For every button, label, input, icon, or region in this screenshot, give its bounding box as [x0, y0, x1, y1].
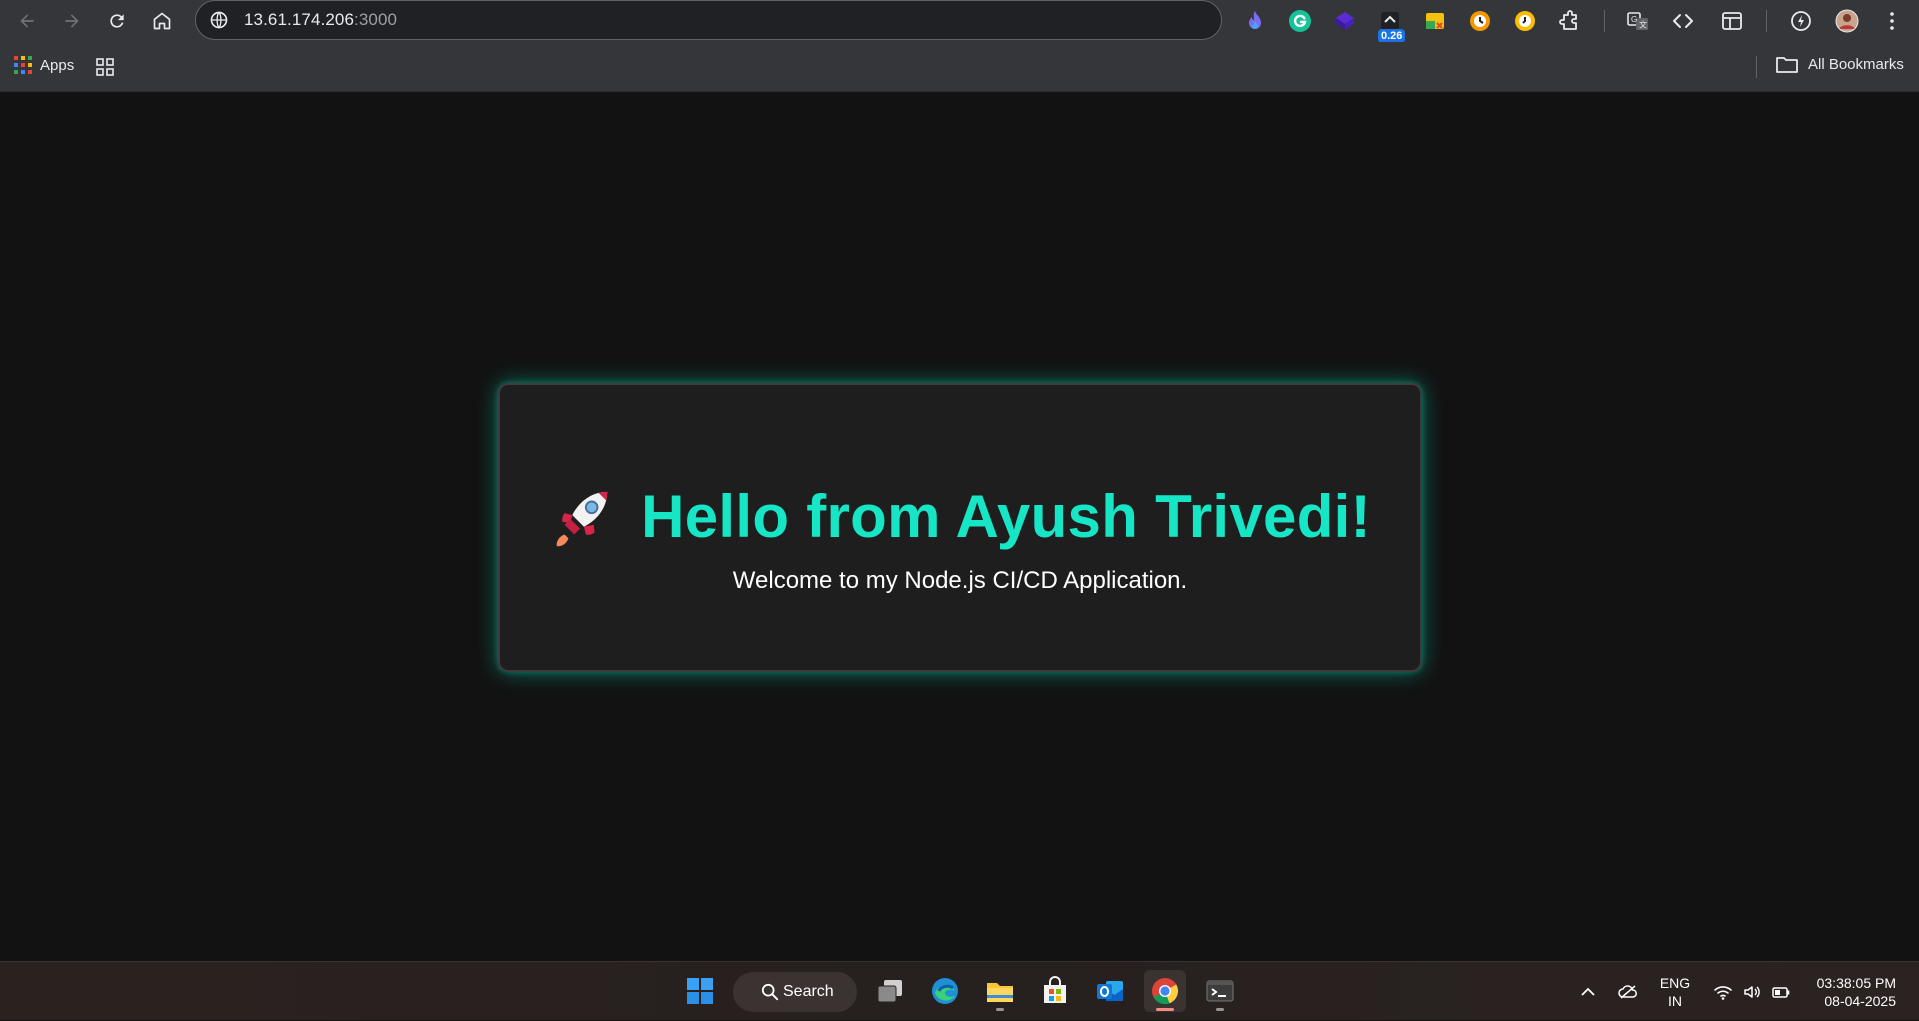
browser-toolbar: 13.61.174.206:3000 0.26 G文	[0, 0, 1919, 43]
profile-avatar[interactable]	[1833, 7, 1861, 35]
speaker-icon	[1744, 985, 1760, 998]
flame-extension-icon[interactable]	[1241, 7, 1269, 35]
site-info-icon[interactable]	[208, 9, 230, 31]
outlook-button[interactable]	[1089, 970, 1131, 1012]
orange-clock-extension-icon[interactable]	[1466, 7, 1494, 35]
counter-extension-icon[interactable]: 0.26	[1376, 7, 1406, 43]
extension-badge: 0.26	[1378, 29, 1406, 43]
wifi-icon	[1714, 985, 1732, 1000]
home-icon	[153, 12, 171, 30]
outlook-icon	[1097, 981, 1123, 1001]
reload-button[interactable]	[101, 5, 133, 37]
show-hidden-icons-button[interactable]	[1576, 962, 1600, 1021]
battery-button[interactable]	[1769, 962, 1793, 1021]
store-icon	[1044, 976, 1066, 1003]
apps-bookmark[interactable]: Apps	[14, 56, 74, 74]
reload-icon	[110, 14, 124, 28]
clock-date: 08-04-2025	[1824, 993, 1896, 1009]
purple-cube-extension-icon[interactable]	[1331, 7, 1359, 35]
clock-time: 03:38:05 PM	[1816, 975, 1896, 991]
search-icon	[761, 983, 779, 1001]
all-bookmarks-button[interactable]: All Bookmarks	[1776, 55, 1904, 73]
clock[interactable]: 03:38:05 PM 08-04-2025	[1808, 974, 1896, 1010]
running-indicator	[996, 1008, 1004, 1011]
arrow-right-icon	[65, 14, 79, 28]
file-explorer-button[interactable]	[979, 970, 1021, 1012]
rocket-icon	[556, 491, 608, 546]
performance-icon[interactable]	[1787, 7, 1815, 35]
folder-icon	[987, 983, 1013, 1002]
volume-button[interactable]	[1740, 962, 1764, 1021]
language-indicator[interactable]: ENG IN	[1656, 974, 1694, 1010]
bookmarks-separator	[1756, 56, 1757, 78]
language-code: ENG	[1659, 975, 1691, 991]
arrow-left-icon	[20, 14, 34, 28]
cloud-sync-icon	[1618, 984, 1637, 999]
edge-browser-button[interactable]	[924, 970, 966, 1012]
task-view-button[interactable]	[869, 970, 911, 1012]
bookmarks-bar: Apps All Bookmarks	[0, 42, 1919, 92]
apps-label: Apps	[40, 56, 75, 74]
menu-kebab-icon[interactable]	[1878, 7, 1906, 35]
page-title: Hello from Ayush Trivedi!	[641, 483, 1371, 550]
tab-groups-icon[interactable]	[95, 57, 115, 82]
forward-button[interactable]	[56, 5, 88, 37]
toolbar-separator	[1766, 10, 1767, 32]
terminal-icon	[1206, 980, 1234, 1002]
welcome-card: Hello from Ayush Trivedi! Welcome to my …	[498, 383, 1422, 672]
headline-row: Hello from Ayush Trivedi!	[549, 482, 1371, 551]
windows-logo-icon	[687, 978, 713, 1004]
search-label: Search	[783, 983, 834, 1000]
task-view-icon	[877, 980, 902, 1003]
svg-text:G: G	[1631, 15, 1637, 24]
edge-icon	[932, 978, 958, 1004]
terminal-button[interactable]	[1199, 970, 1241, 1012]
windows-taskbar: Search ENG IN 03:38:05 PM 08-04-2025	[0, 961, 1919, 1020]
tray-app-button[interactable]	[1616, 962, 1640, 1021]
chrome-button[interactable]	[1144, 970, 1186, 1012]
toolbar-separator	[1604, 10, 1605, 32]
battery-icon	[1772, 986, 1790, 998]
microsoft-store-button[interactable]	[1034, 970, 1076, 1012]
taskbar-search-button[interactable]: Search	[733, 972, 857, 1012]
side-panel-icon[interactable]	[1718, 7, 1746, 35]
back-button[interactable]	[11, 5, 43, 37]
url-host: 13.61.174.206	[244, 10, 355, 29]
svg-text:文: 文	[1639, 20, 1647, 30]
home-button[interactable]	[146, 5, 178, 37]
active-indicator	[1156, 1008, 1174, 1011]
region-code: IN	[1668, 993, 1682, 1009]
extensions-puzzle-icon[interactable]	[1556, 7, 1584, 35]
all-bookmarks-label: All Bookmarks	[1808, 55, 1904, 73]
network-button[interactable]	[1711, 962, 1735, 1021]
apps-grid-icon	[14, 56, 32, 74]
folder-icon	[1776, 57, 1798, 73]
code-icon[interactable]	[1669, 7, 1697, 35]
chevron-up-icon	[1581, 987, 1595, 996]
url-text: 13.61.174.206:3000	[244, 10, 397, 30]
running-indicator	[1216, 1008, 1224, 1011]
page-body: Hello from Ayush Trivedi! Welcome to my …	[0, 92, 1919, 961]
url-port: :3000	[354, 10, 398, 29]
page-subtitle: Welcome to my Node.js CI/CD Application.	[732, 567, 1188, 594]
start-button[interactable]	[679, 970, 721, 1012]
grammarly-icon[interactable]	[1286, 7, 1314, 35]
chrome-icon	[1152, 978, 1179, 1005]
sticky-notes-extension-icon[interactable]	[1421, 7, 1449, 35]
address-bar[interactable]: 13.61.174.206:3000	[195, 0, 1222, 40]
yellow-timer-extension-icon[interactable]	[1511, 7, 1539, 35]
translate-icon[interactable]: G文	[1624, 7, 1652, 35]
